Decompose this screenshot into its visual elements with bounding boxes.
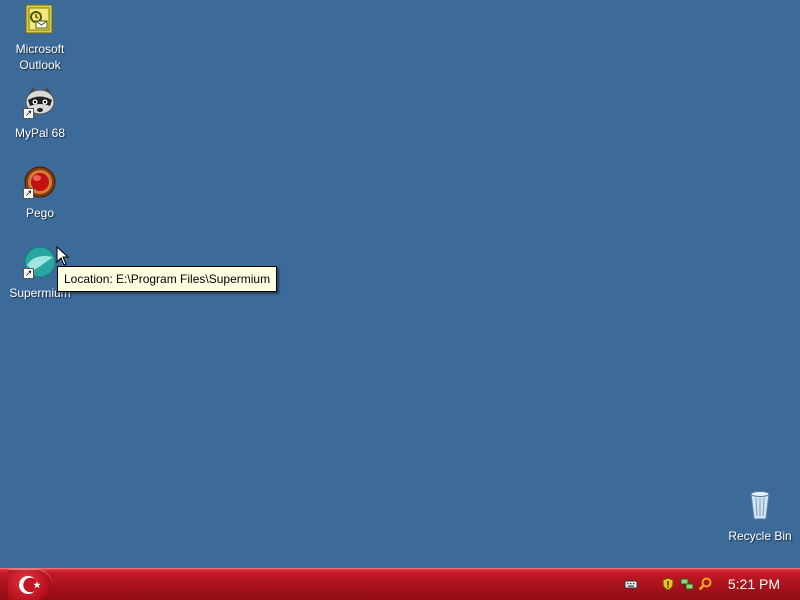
- taskbar-clock[interactable]: 5:21 PM: [728, 569, 780, 600]
- desktop-icon-label: MyPal 68: [14, 126, 66, 140]
- raccoon-icon: ↗: [23, 85, 57, 119]
- mouse-pointer-icon: [56, 246, 70, 266]
- keyboard-icon[interactable]: [624, 577, 638, 591]
- turkish-flag-icon: [19, 576, 41, 594]
- pego-icon: ↗: [23, 165, 57, 199]
- recycle-bin-icon: [743, 488, 777, 522]
- security-shield-icon[interactable]: [661, 577, 675, 591]
- start-button[interactable]: [8, 569, 52, 600]
- shortcut-arrow-icon: ↗: [23, 268, 34, 279]
- desktop-icon-recycle-bin[interactable]: Recycle Bin: [720, 488, 800, 544]
- system-tray: 5:21 PM: [618, 569, 800, 600]
- supermium-icon: ↗: [23, 245, 57, 279]
- desktop-icon-microsoft-outlook[interactable]: Microsoft Outlook: [0, 4, 80, 73]
- search-icon[interactable]: [698, 577, 712, 591]
- desktop[interactable]: Microsoft Outlook ↗ MyPal 68 ↗ Pego ↗ Su…: [0, 0, 800, 568]
- shortcut-arrow-icon: ↗: [23, 108, 34, 119]
- desktop-icon-label: Recycle Bin: [728, 529, 792, 543]
- desktop-icon-label: Microsoft Outlook: [15, 42, 65, 72]
- network-icon[interactable]: [680, 577, 694, 591]
- outlook-icon: [23, 4, 57, 38]
- location-tooltip: Location: E:\Program Files\Supermium: [57, 266, 278, 292]
- taskbar: 5:21 PM: [0, 568, 800, 600]
- desktop-icon-label: Pego: [25, 206, 55, 220]
- desktop-icon-pego[interactable]: ↗ Pego: [0, 165, 80, 221]
- shortcut-arrow-icon: ↗: [23, 188, 34, 199]
- desktop-icon-mypal-68[interactable]: ↗ MyPal 68: [0, 85, 80, 141]
